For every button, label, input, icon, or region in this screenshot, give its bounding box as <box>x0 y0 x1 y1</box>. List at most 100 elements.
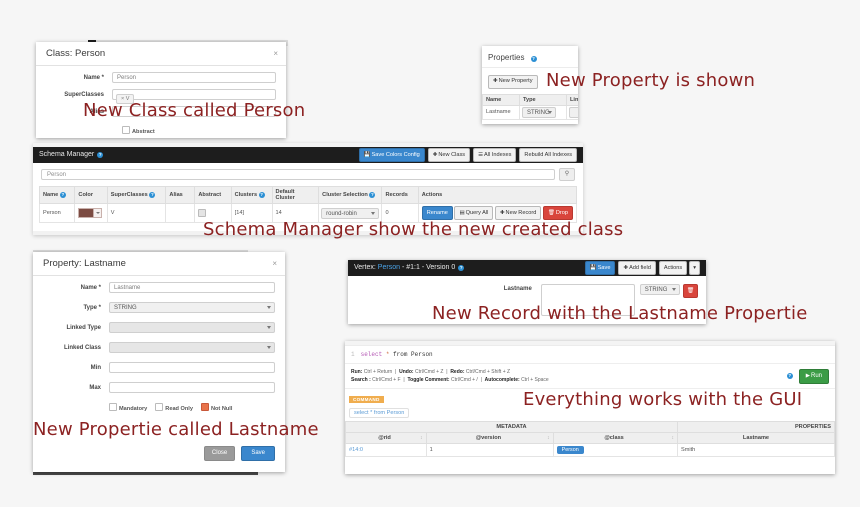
chevron-down-icon[interactable] <box>94 208 103 218</box>
search-input[interactable]: Person <box>41 169 555 180</box>
play-icon: ▶ <box>805 372 810 379</box>
shortcut-search-val: Ctrl/Cmd + F <box>372 377 401 383</box>
rename-label: Rename <box>426 209 448 216</box>
drop-button[interactable]: 🗑Drop <box>542 206 573 220</box>
properties-col-name: Name <box>482 93 520 106</box>
abstract-checkbox-wrap[interactable]: Abstract <box>122 126 155 135</box>
shortcut-autocomplete-key: Autocomplete: <box>484 377 520 383</box>
close-button[interactable]: Close <box>203 446 236 461</box>
result-cell-version: 1 <box>425 443 554 457</box>
checkbox-icon[interactable] <box>122 126 130 134</box>
search-icon[interactable]: ⚲ <box>559 168 575 181</box>
run-query-button[interactable]: ▶Run <box>798 368 829 384</box>
close-icon[interactable]: × <box>273 49 278 58</box>
query-all-button[interactable]: ▤Query All <box>454 206 494 220</box>
min-input[interactable] <box>109 362 275 373</box>
help-icon[interactable]: ? <box>369 192 376 198</box>
result-group-properties: PROPERTIES <box>676 421 836 433</box>
close-icon[interactable]: × <box>272 259 277 268</box>
result-col-class[interactable]: @class ↕ <box>552 432 678 444</box>
command-text[interactable]: select * from Person <box>349 408 410 418</box>
save-colors-config-button[interactable]: 💾Save Colors Config <box>358 148 425 162</box>
background-strip-bottom-rule <box>33 472 258 475</box>
result-col-rid-label: @rid <box>378 435 391 441</box>
help-icon[interactable]: ? <box>258 192 265 198</box>
query-star: * <box>385 351 390 358</box>
new-property-button[interactable]: ✚New Property <box>488 74 538 89</box>
readonly-label: Read Only <box>165 406 193 412</box>
result-cell-rid[interactable]: #14:0 <box>345 443 427 457</box>
help-icon[interactable]: ? <box>59 192 66 198</box>
help-icon[interactable]: ? <box>149 192 156 198</box>
vertex-field-label: Lastname <box>503 286 532 292</box>
property-type-select[interactable]: STRING <box>109 302 275 313</box>
property-linked-cell <box>566 104 578 120</box>
vertex-title-prefix: Vertex: <box>354 264 376 271</box>
linked-class-label: Linked Class <box>63 345 101 351</box>
result-col-rid[interactable]: @rid ↕ <box>345 432 427 444</box>
readonly-checkbox-wrap[interactable]: Read Only <box>155 403 193 412</box>
min-row: Min <box>33 356 285 376</box>
vertex-delete-field-button[interactable]: 🗑 <box>682 284 698 298</box>
rename-button[interactable]: Rename <box>421 206 453 220</box>
schema-col-abstract: Abstract <box>194 186 232 204</box>
new-record-button[interactable]: ✚New Record <box>494 206 542 220</box>
table-icon: ▤ <box>459 209 465 216</box>
vertex-type-select[interactable]: STRING <box>639 284 680 295</box>
actions-button[interactable]: Actions <box>658 261 688 275</box>
add-field-label: Add field <box>629 264 651 271</box>
add-field-button[interactable]: ✚Add field <box>618 261 656 275</box>
class-name-input[interactable]: Person <box>112 72 276 83</box>
trash-icon: 🗑 <box>686 287 694 294</box>
notnull-checkbox-wrap[interactable]: Not Null <box>200 403 232 412</box>
save-icon: 💾 <box>363 151 371 158</box>
checkbox-icon[interactable] <box>155 403 164 411</box>
save-button[interactable]: Save <box>241 446 275 461</box>
sort-icon[interactable]: ↕ <box>547 435 550 441</box>
new-class-button[interactable]: ✚New Class <box>427 148 471 162</box>
result-col-version[interactable]: @version ↕ <box>425 432 554 444</box>
plus-icon: ✚ <box>432 151 438 158</box>
query-all-label: Query All <box>465 209 489 216</box>
class-badge[interactable]: Person <box>556 446 584 454</box>
table-row[interactable]: #14:0 1 Person Smith <box>345 443 836 457</box>
linked-class-control <box>109 342 275 353</box>
query-rest: from Person <box>393 351 433 358</box>
rebuild-all-indexes-label: Rebuild All Indexes <box>524 151 572 158</box>
property-type-select[interactable]: STRING <box>522 106 556 118</box>
min-control <box>109 362 275 373</box>
all-indexes-button[interactable]: ☰All Indexes <box>473 148 517 162</box>
checkbox-icon[interactable] <box>109 403 117 411</box>
chevron-down-icon[interactable]: ▾ <box>689 261 700 275</box>
vertex-field-type-select[interactable]: STRING <box>639 284 680 295</box>
schema-col-clusters-label: Clusters <box>234 192 258 198</box>
schema-manager-title: Schema Manager <box>39 151 95 158</box>
schema-cell-name: Person <box>38 203 76 223</box>
vertex-save-button[interactable]: 💾Save <box>584 261 616 275</box>
sort-icon[interactable]: ↕ <box>671 435 674 441</box>
query-editor[interactable]: 1 select * from Person <box>345 346 835 364</box>
property-linked-select[interactable] <box>569 106 578 118</box>
cluster-selection-select[interactable]: round-robin <box>321 207 380 219</box>
screenshot-root: { "class_dialog": { "title": "Class: Per… <box>0 0 860 507</box>
result-col-lastname[interactable]: Lastname <box>676 432 836 444</box>
property-name-input[interactable]: Lastname <box>109 282 275 293</box>
sort-icon[interactable]: ↕ <box>420 435 423 441</box>
linked-class-select[interactable] <box>109 342 275 353</box>
checkbox-icon[interactable] <box>198 208 207 217</box>
help-icon[interactable]: ? <box>786 373 793 379</box>
linked-type-select[interactable] <box>109 322 275 333</box>
help-icon[interactable]: ? <box>458 265 465 271</box>
class-color-swatch[interactable] <box>78 208 95 218</box>
help-icon[interactable]: ? <box>530 56 537 62</box>
table-row[interactable]: Lastname STRING <box>482 104 578 120</box>
mandatory-checkbox-wrap[interactable]: Mandatory <box>109 403 147 412</box>
help-icon[interactable]: ? <box>97 152 104 158</box>
rebuild-all-indexes-button[interactable]: Rebuild All Indexes <box>519 148 577 162</box>
vertex-title-class[interactable]: Person <box>378 260 400 276</box>
mandatory-label: Mandatory <box>119 406 148 412</box>
max-input[interactable] <box>109 382 275 393</box>
checkbox-checked-icon[interactable] <box>200 403 209 411</box>
schema-table-header-row: Name ? Color SuperClasses ? Alias Abstra… <box>38 186 578 204</box>
actions-label: Actions <box>663 264 683 271</box>
